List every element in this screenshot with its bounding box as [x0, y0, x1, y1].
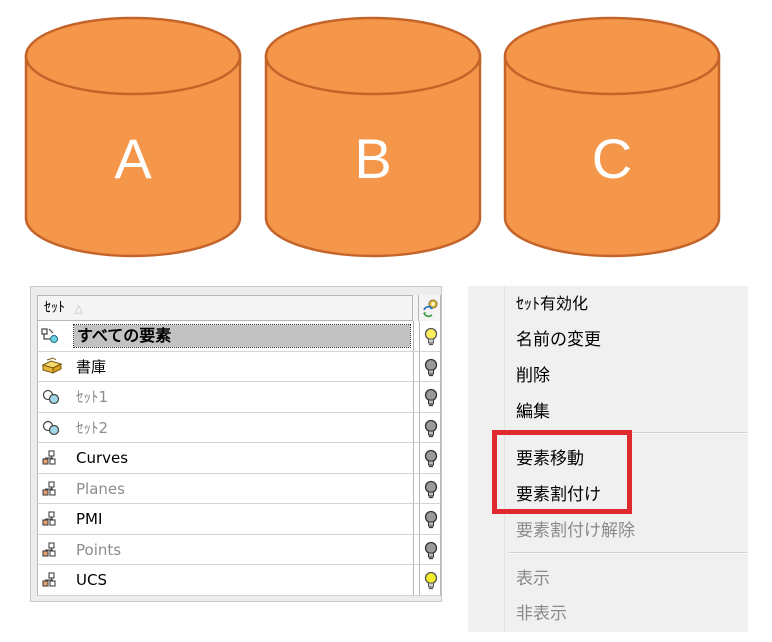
- lightbulb-off-icon: [424, 449, 438, 468]
- layer-icon: [42, 480, 56, 496]
- lightbulb-off-icon: [424, 358, 438, 376]
- set-row-planes[interactable]: Planes: [37, 473, 441, 504]
- library-icon: [41, 356, 63, 374]
- visibility-toggle[interactable]: [419, 504, 441, 535]
- set-row-points[interactable]: Points: [37, 534, 441, 565]
- visibility-toggle[interactable]: [419, 412, 441, 443]
- visibility-toggle[interactable]: [419, 534, 441, 565]
- set-row-label: Points: [76, 540, 122, 559]
- menu-item-activate-set[interactable]: ｾｯﾄ有効化: [516, 290, 588, 314]
- menu-item-hide[interactable]: 非表示: [516, 599, 567, 624]
- lightbulb-on-icon: [424, 571, 438, 590]
- row-name-cell: 書庫: [37, 351, 413, 382]
- cylinder-c: C: [502, 0, 722, 262]
- menu-item-rename[interactable]: 名前の変更: [516, 325, 601, 350]
- layer-icon: [42, 450, 56, 465]
- menu-item-delete[interactable]: 削除: [516, 361, 550, 386]
- set-row-curves[interactable]: Curves: [37, 443, 441, 474]
- cylinder-b-label: B: [354, 127, 392, 190]
- set-row-ucs[interactable]: UCS: [37, 565, 441, 596]
- menu-item-unassign-elements[interactable]: 要素割付け解除: [516, 516, 635, 541]
- menu-item-edit[interactable]: 編集: [516, 397, 550, 422]
- layer-icon: [42, 511, 56, 526]
- set-tree-panel: ｾｯﾄ △ すべての要素 書庫 ｾｯﾄ1 ｾｯﾄ2 Curves Planes …: [30, 286, 442, 602]
- cylinder-a-label: A: [114, 127, 152, 190]
- lightbulb-off-icon: [424, 388, 438, 407]
- row-name-cell: Curves: [37, 443, 413, 474]
- row-name-cell: ｾｯﾄ1: [37, 382, 413, 413]
- row-name-cell: ｾｯﾄ2: [37, 412, 413, 443]
- visibility-toggle[interactable]: [419, 565, 441, 596]
- set-row-label: Curves: [76, 449, 129, 467]
- set-icon: [42, 420, 60, 435]
- highlight-callout-box: [492, 430, 632, 514]
- row-name-cell: すべての要素: [37, 321, 413, 352]
- set-tree-header: ｾｯﾄ △: [37, 295, 441, 321]
- set-row-label: すべての要素: [73, 324, 411, 348]
- cylinder-c-label: C: [591, 127, 633, 190]
- row-name-cell: Planes: [37, 473, 413, 504]
- lightbulb-off-icon: [424, 510, 438, 529]
- set-row-label: 書庫: [76, 357, 107, 376]
- lightbulb-on-icon: [424, 327, 438, 346]
- set-row-set2[interactable]: ｾｯﾄ2: [37, 412, 441, 443]
- visibility-toggle[interactable]: [419, 351, 441, 382]
- visibility-toggle[interactable]: [419, 321, 441, 352]
- set-row-label: PMI: [76, 510, 103, 528]
- set-row-label: ｾｯﾄ1: [76, 388, 109, 406]
- lightbulb-off-icon: [424, 419, 438, 437]
- all-elements-icon: [41, 328, 58, 343]
- column-header-set[interactable]: ｾｯﾄ △: [37, 295, 413, 321]
- lightbulb-off-icon: [424, 480, 438, 498]
- set-icon: [42, 389, 60, 405]
- lightbulb-off-icon: [424, 541, 438, 559]
- set-row-set1[interactable]: ｾｯﾄ1: [37, 382, 441, 413]
- visibility-toggle[interactable]: [419, 443, 441, 474]
- set-row-all-elements[interactable]: すべての要素: [37, 321, 441, 352]
- set-row-library[interactable]: 書庫: [37, 351, 441, 382]
- set-row-label: UCS: [76, 571, 107, 589]
- column-header-visibility[interactable]: [419, 295, 441, 321]
- menu-item-show[interactable]: 表示: [516, 564, 550, 589]
- layer-icon: [42, 541, 56, 557]
- row-name-cell: Points: [37, 534, 413, 565]
- sort-ascending-icon: △: [74, 302, 83, 315]
- row-name-cell: UCS: [37, 565, 413, 596]
- set-row-label: Planes: [76, 479, 125, 498]
- visibility-toggle[interactable]: [419, 382, 441, 413]
- visibility-toggle[interactable]: [419, 473, 441, 504]
- set-row-label: ｾｯﾄ2: [76, 418, 109, 437]
- refresh-gear-icon: [423, 299, 438, 318]
- menu-separator: [508, 552, 748, 554]
- row-name-cell: PMI: [37, 504, 413, 535]
- layer-icon: [42, 572, 56, 587]
- cylinder-a: A: [23, 0, 243, 262]
- set-row-pmi[interactable]: PMI: [37, 504, 441, 535]
- column-header-set-label: ｾｯﾄ: [44, 300, 65, 316]
- cylinder-b: B: [263, 0, 483, 262]
